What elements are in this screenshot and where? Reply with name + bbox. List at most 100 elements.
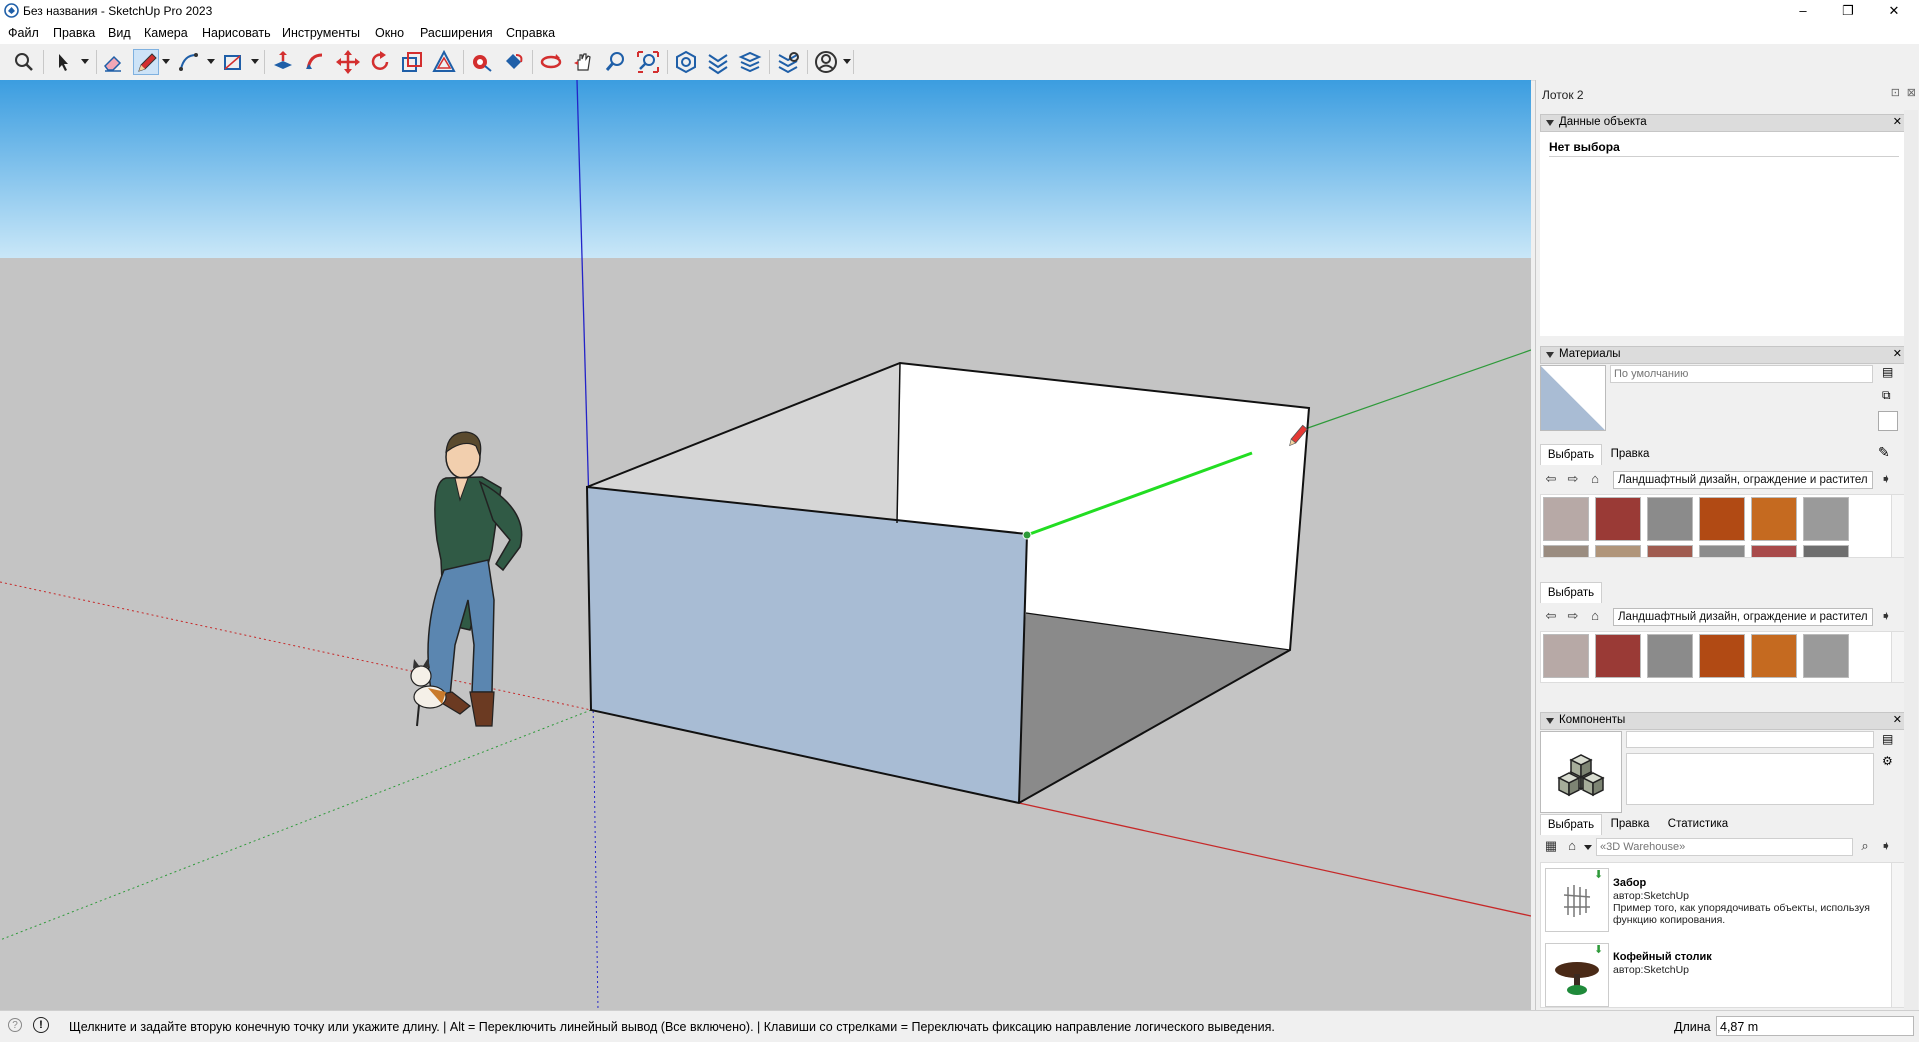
swatch[interactable]: [1803, 497, 1849, 541]
components-tab-select[interactable]: Выбрать: [1540, 814, 1602, 835]
line-dropdown-icon[interactable]: [162, 59, 170, 64]
tray-close-icon[interactable]: ⊠: [1907, 86, 1916, 99]
swatch[interactable]: [1751, 634, 1797, 678]
details-arrow-icon[interactable]: ➧: [1877, 470, 1895, 488]
menu-draw[interactable]: Нарисовать: [202, 26, 271, 40]
rotate-icon[interactable]: [367, 49, 393, 75]
eyedropper-icon[interactable]: ✎: [1878, 444, 1890, 461]
components-search-input[interactable]: [1596, 838, 1853, 856]
paint-bucket-icon[interactable]: [500, 49, 526, 75]
details-arrow-icon[interactable]: ➧: [1877, 607, 1895, 625]
scrollbar[interactable]: [1891, 632, 1904, 682]
home-icon[interactable]: ⌂: [1586, 607, 1604, 625]
extension-warehouse-icon[interactable]: [705, 49, 731, 75]
panel-close-icon[interactable]: ✕: [1893, 115, 1902, 128]
arc-dropdown-icon[interactable]: [207, 59, 215, 64]
pan-icon[interactable]: [570, 49, 596, 75]
components-tab-statistics[interactable]: Статистика: [1660, 814, 1736, 834]
account-dropdown-icon[interactable]: [843, 59, 851, 64]
create-material-icon[interactable]: ⧉: [1882, 388, 1896, 402]
shape-dropdown-icon[interactable]: [251, 59, 259, 64]
scrollbar[interactable]: [1891, 863, 1904, 1007]
default-material-icon[interactable]: [1878, 411, 1898, 431]
close-button[interactable]: ✕: [1872, 0, 1916, 22]
swatch[interactable]: [1647, 634, 1693, 678]
push-pull-icon[interactable]: [270, 49, 296, 75]
panel-close-icon[interactable]: ✕: [1893, 347, 1902, 360]
back-icon[interactable]: ⇦: [1542, 470, 1560, 488]
menu-window[interactable]: Окно: [375, 26, 404, 40]
component-name-field[interactable]: [1626, 731, 1874, 748]
drawing-viewport[interactable]: [0, 80, 1531, 1010]
restore-button[interactable]: ❐: [1826, 0, 1870, 22]
zoom-icon[interactable]: [603, 49, 629, 75]
select-dropdown-icon[interactable]: [81, 59, 89, 64]
swatch[interactable]: [1647, 497, 1693, 541]
extension-manager-icon[interactable]: [775, 49, 801, 75]
display-secondary-icon[interactable]: ▤: [1882, 365, 1896, 379]
menu-extensions[interactable]: Расширения: [420, 26, 493, 40]
forward-icon[interactable]: ⇨: [1564, 470, 1582, 488]
download-icon[interactable]: ⬇: [1594, 943, 1603, 956]
material-collection-select[interactable]: Ландшафтный дизайн, ограждение и растите…: [1613, 471, 1873, 489]
component-options-icon[interactable]: ▤: [1882, 732, 1893, 746]
search-icon[interactable]: ⌕: [1856, 837, 1874, 855]
swatch[interactable]: [1543, 634, 1589, 678]
entity-info-header[interactable]: Данные объекта ✕: [1540, 114, 1908, 132]
forward-icon[interactable]: ⇨: [1564, 607, 1582, 625]
menu-view[interactable]: Вид: [108, 26, 131, 40]
follow-me-icon[interactable]: [302, 49, 328, 75]
scale-icon[interactable]: [399, 49, 425, 75]
tape-measure-icon[interactable]: [468, 49, 494, 75]
panel-close-icon[interactable]: ✕: [1893, 713, 1902, 726]
minimize-button[interactable]: –: [1781, 0, 1825, 22]
view-options-icon[interactable]: ▦: [1542, 837, 1560, 855]
swatch[interactable]: [1803, 634, 1849, 678]
menu-tools[interactable]: Инструменты: [282, 26, 360, 40]
offset-icon[interactable]: [431, 49, 457, 75]
home-icon[interactable]: ⌂: [1586, 470, 1604, 488]
download-icon[interactable]: ⬇: [1594, 868, 1603, 881]
orbit-icon[interactable]: [538, 49, 564, 75]
search-icon[interactable]: [11, 49, 37, 75]
materials-tab-edit[interactable]: Правка: [1602, 444, 1658, 464]
swatch[interactable]: [1595, 497, 1641, 541]
layout-icon[interactable]: [737, 49, 763, 75]
swatch[interactable]: [1543, 497, 1589, 541]
navigation-dropdown-icon[interactable]: [1584, 845, 1592, 850]
scrollbar[interactable]: [1891, 495, 1904, 557]
list-item[interactable]: ⬇ Кофейный столик автор:SketchUp: [1541, 939, 1891, 1007]
swatch[interactable]: [1647, 545, 1693, 557]
swatch[interactable]: [1595, 545, 1641, 557]
select-icon[interactable]: [50, 49, 76, 75]
swatch[interactable]: [1803, 545, 1849, 557]
collapse-triangle-icon[interactable]: [1546, 352, 1554, 358]
tray-scrollbar[interactable]: [1904, 110, 1918, 1010]
menu-camera[interactable]: Камера: [144, 26, 188, 40]
materials-tab-select-secondary[interactable]: Выбрать: [1540, 582, 1602, 603]
arc-icon[interactable]: [176, 49, 202, 75]
eraser-icon[interactable]: [100, 49, 126, 75]
swatch[interactable]: [1595, 634, 1641, 678]
components-header[interactable]: Компоненты ✕: [1540, 712, 1908, 730]
back-icon[interactable]: ⇦: [1542, 607, 1560, 625]
swatch[interactable]: [1699, 545, 1745, 557]
materials-tab-select[interactable]: Выбрать: [1540, 444, 1602, 465]
swatch[interactable]: [1699, 634, 1745, 678]
warehouse-icon[interactable]: [673, 49, 699, 75]
components-tab-edit[interactable]: Правка: [1602, 814, 1658, 834]
component-description-field[interactable]: [1626, 753, 1874, 805]
material-name-input[interactable]: [1610, 365, 1873, 383]
pencil-icon[interactable]: [133, 49, 159, 75]
tray-pin-icon[interactable]: ⊡: [1891, 86, 1900, 99]
menu-edit[interactable]: Правка: [53, 26, 95, 40]
list-item[interactable]: ⬇ Забор автор:SketchUp Пример того, как …: [1541, 863, 1891, 937]
material-collection-select-secondary[interactable]: Ландшафтный дизайн, ограждение и растите…: [1613, 608, 1873, 626]
materials-header[interactable]: Материалы ✕: [1540, 346, 1908, 364]
collapse-triangle-icon[interactable]: [1546, 718, 1554, 724]
scene-canvas[interactable]: [0, 80, 1531, 1010]
swatch[interactable]: [1751, 545, 1797, 557]
home-icon[interactable]: ⌂: [1563, 837, 1581, 855]
move-icon[interactable]: [335, 49, 361, 75]
swatch[interactable]: [1699, 497, 1745, 541]
